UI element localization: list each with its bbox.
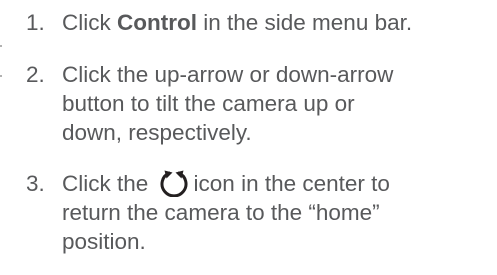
step-2-line-1: Click the up-arrow or down-arrow — [62, 62, 394, 87]
step-3-line-3: position. — [62, 229, 146, 254]
instruction-steps: 1. Click Control in the side menu bar. 2… — [0, 0, 497, 275]
step-1-text-before: Click — [62, 10, 117, 35]
step-3-line-1: Click the icon in the center to — [62, 169, 486, 198]
step-2-text: Click the up-arrow or down-arrow button … — [62, 60, 486, 147]
step-1-emphasis: Control — [117, 10, 197, 35]
step-3-text: Click the icon in the center to return t… — [62, 169, 486, 256]
step-3: 3. Click the icon in the center to retur… — [26, 169, 486, 259]
step-3-text-after-icon: icon in the center to — [193, 171, 390, 196]
step-1-text-after: in the side menu bar. — [196, 10, 413, 35]
home-position-icon — [160, 170, 188, 197]
page-edge-mark — [0, 45, 2, 77]
step-3-number: 3. — [26, 171, 45, 196]
step-1-number: 1. — [26, 10, 45, 35]
step-2-line-3: down, respectively. — [62, 120, 252, 145]
step-3-line-2: return the camera to the “home” — [62, 200, 380, 225]
step-1-text: Click Control in the side menu bar. — [62, 8, 486, 37]
step-3-text-before-icon: Click the — [62, 171, 149, 196]
step-2: 2. Click the up-arrow or down-arrow butt… — [26, 60, 486, 150]
step-2-line-2: button to tilt the camera up or — [62, 91, 355, 116]
step-2-number: 2. — [26, 62, 45, 87]
